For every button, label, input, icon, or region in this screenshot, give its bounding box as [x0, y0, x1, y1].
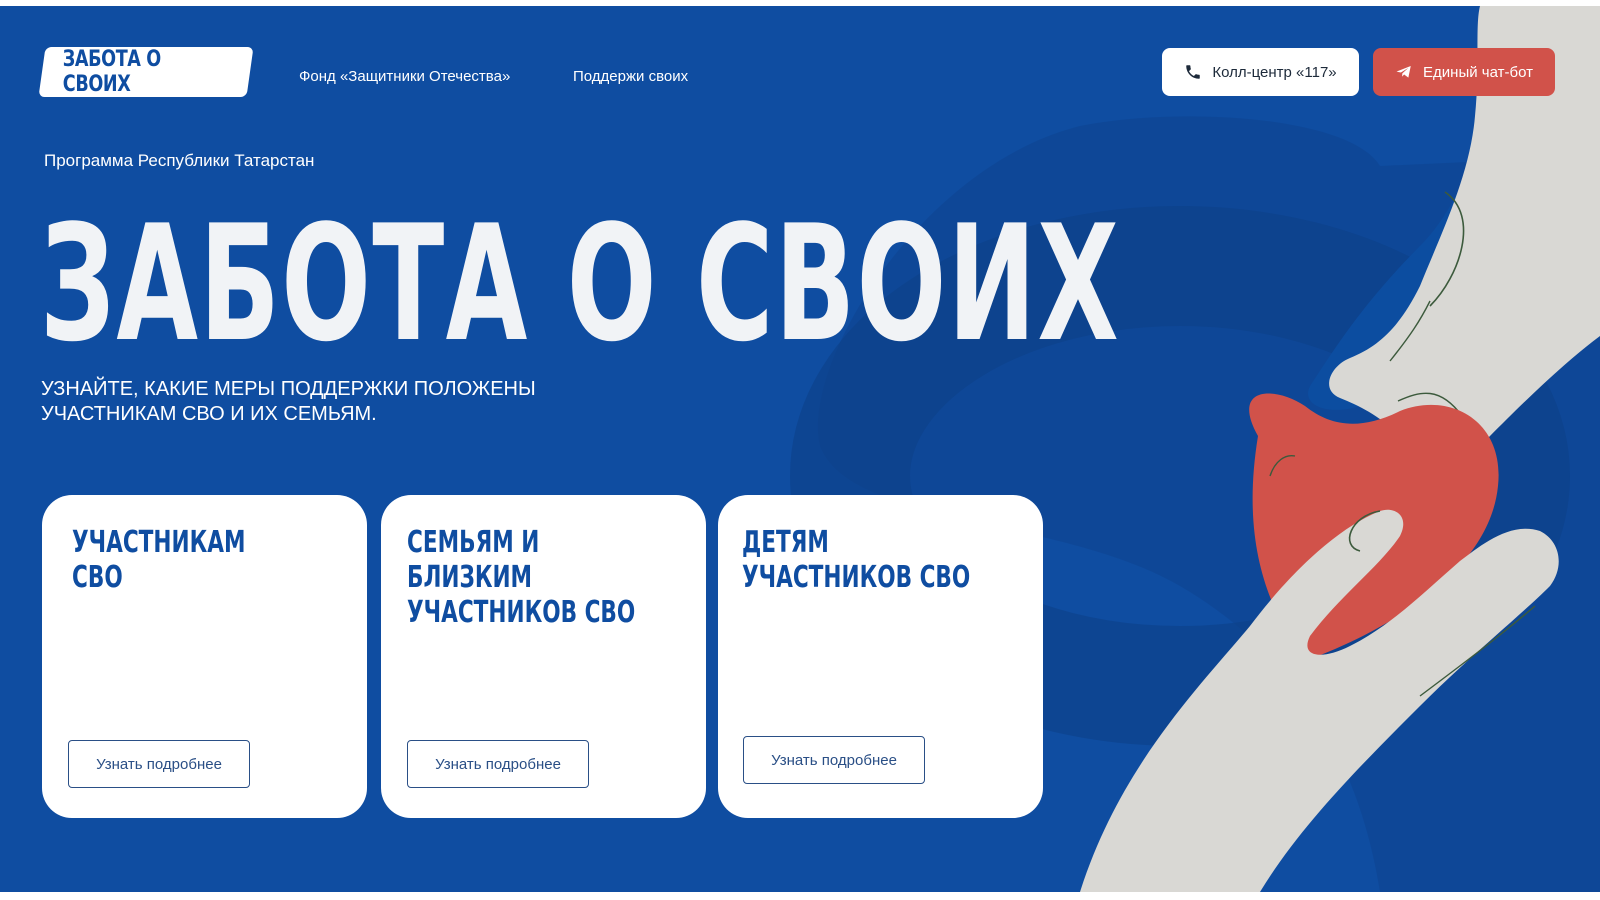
- telegram-icon: [1395, 63, 1413, 81]
- site-logo[interactable]: ЗАБОТА О СВОИХ: [38, 47, 254, 97]
- chatbot-label: Единый чат-бот: [1423, 63, 1533, 81]
- nav-link-support[interactable]: Поддержи своих: [573, 68, 688, 85]
- card-title: Детям участников СВО: [742, 525, 971, 595]
- card-title: Участникам СВО: [72, 525, 246, 595]
- chatbot-button[interactable]: Единый чат-бот: [1373, 48, 1555, 96]
- logo-text: ЗАБОТА О СВОИХ: [62, 47, 161, 97]
- hero-subtitle-line: Узнайте, какие меры поддержки положены: [41, 378, 536, 400]
- card-participants[interactable]: Участникам СВО Узнать подробнее: [42, 495, 367, 818]
- hero-title: ЗАБОТА О СВОИХ: [40, 190, 1121, 377]
- phone-icon: [1184, 63, 1202, 81]
- hero-section: ЗАБОТА О СВОИХ Фонд «Защитники Отечества…: [0, 6, 1600, 892]
- hero-subtitle: Узнайте, какие меры поддержки положены у…: [41, 377, 601, 427]
- program-label: Программа Республики Татарстан: [44, 151, 315, 170]
- card-families[interactable]: Семьям и близким участников СВО Узнать п…: [381, 495, 706, 818]
- card-title: Семьям и близким участников СВО: [407, 525, 636, 630]
- hero-subtitle-line: участникам СВО и их семьям.: [41, 403, 377, 425]
- learn-more-button[interactable]: Узнать подробнее: [407, 740, 589, 788]
- call-center-label: Колл-центр «117»: [1212, 63, 1337, 81]
- card-children[interactable]: Детям участников СВО Узнать подробнее: [718, 495, 1043, 818]
- learn-more-button[interactable]: Узнать подробнее: [68, 740, 250, 788]
- learn-more-button[interactable]: Узнать подробнее: [743, 736, 925, 784]
- call-center-button[interactable]: Колл-центр «117»: [1162, 48, 1359, 96]
- nav-link-fund[interactable]: Фонд «Защитники Отечества»: [299, 68, 510, 85]
